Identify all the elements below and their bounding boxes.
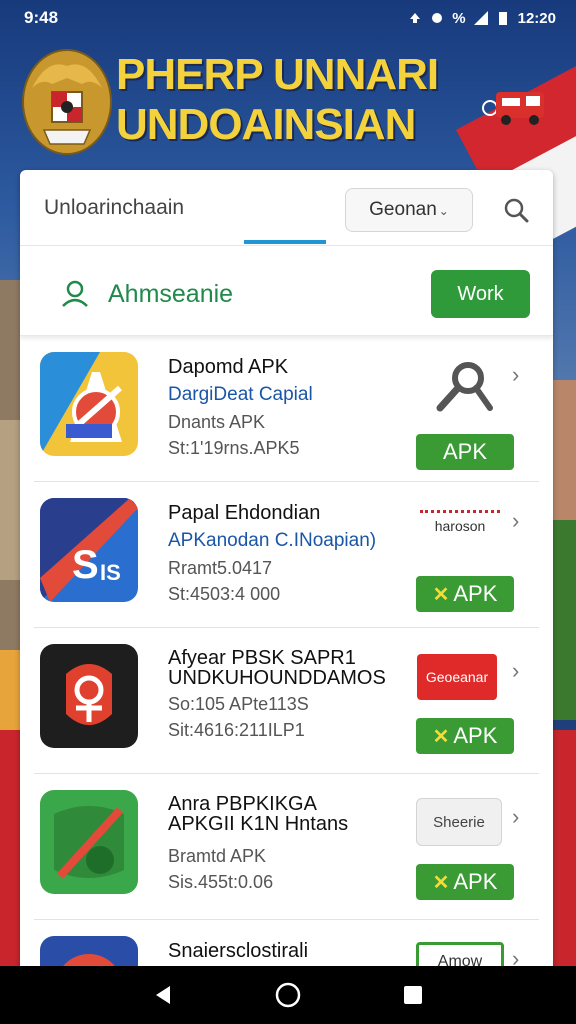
banner-title: PHERP UNNARI UNDOAINSIAN	[116, 50, 496, 150]
building-left-window	[0, 420, 22, 580]
list-item[interactable]: Dapomd APK DargiDeat Capial Dnants APK S…	[34, 336, 539, 482]
notification-icon	[410, 13, 421, 23]
status-time-right: 12:20	[517, 9, 556, 27]
apk-download-button[interactable]: ✕ APK	[416, 718, 514, 754]
apk-download-button[interactable]: ✕ APK	[416, 576, 514, 612]
app-list: Dapomd APK DargiDeat Capial Dnants APK S…	[20, 336, 553, 970]
app-name-line1: Anra PBPKIKGA	[168, 793, 317, 815]
x-icon: ✕	[432, 871, 450, 894]
app-meta-size: St:1'19rns.APK5	[168, 438, 300, 458]
apk-label: APK	[442, 439, 488, 464]
app-subtitle: DargiDeat Capial	[168, 384, 313, 405]
header-banner: PHERP UNNARI UNDOAINSIAN	[0, 40, 576, 170]
app-icon-dapomd	[40, 352, 138, 456]
action-button-red[interactable]: Geoeanar	[417, 654, 497, 700]
app-icon-snaier	[40, 936, 138, 970]
dropdown-value: Geonan	[369, 199, 437, 220]
app-meta: Bramtd APK	[168, 846, 267, 866]
app-icon-papal: S IS	[40, 498, 138, 602]
signal-text: %	[452, 9, 466, 27]
garuda-emblem-icon	[22, 49, 112, 155]
app-icon-afyear	[40, 644, 138, 748]
alarm-icon	[432, 13, 443, 23]
active-tab-indicator	[244, 240, 326, 244]
status-bar: 9:48 % 12:20	[0, 0, 576, 36]
recents-square-icon	[404, 986, 423, 1004]
apk-download-button[interactable]: APK	[416, 434, 514, 470]
status-time-left: 9:48	[24, 8, 59, 27]
app-store-card: Unloarinchaain Geonan ⌄ Ahmseanie Work D…	[20, 170, 553, 970]
grass-right	[552, 520, 576, 720]
building-right	[552, 380, 576, 530]
svg-text:S: S	[72, 543, 99, 587]
app-meta-size: Sis.455t:0.06	[168, 872, 274, 892]
search-toolbar: Unloarinchaain Geonan ⌄	[20, 170, 553, 246]
search-input[interactable]: Unloarinchaain	[44, 196, 184, 220]
chevron-right-icon[interactable]: ›	[512, 658, 519, 684]
app-icon-anra	[40, 790, 138, 894]
work-button[interactable]: Work	[431, 270, 530, 318]
search-button[interactable]	[496, 190, 536, 230]
banner-title-line2: UNDOAINSIAN	[116, 100, 416, 149]
status-icons: % 12:20	[408, 10, 556, 27]
list-item[interactable]: Anra PBPKIKGA APKGII K1N Hntans Bramtd A…	[34, 774, 539, 920]
list-item[interactable]: S IS Papal Ehdondian APKanodan C.INoapia…	[34, 482, 539, 628]
svg-text:IS: IS	[100, 560, 121, 585]
category-dropdown[interactable]: Geonan ⌄	[345, 188, 473, 232]
search-icon[interactable]	[434, 358, 494, 414]
app-name: Snaiersclostirali	[168, 940, 309, 962]
recents-button[interactable]	[398, 980, 428, 1010]
signal-icon	[473, 11, 488, 25]
action-tag[interactable]: haroson	[420, 510, 500, 538]
x-icon: ✕	[432, 725, 450, 748]
app-meta: So:105 APte113S	[168, 694, 309, 714]
app-name-line2: UNDKUHOUNDDAMOS	[168, 667, 386, 689]
chevron-right-icon[interactable]: ›	[512, 362, 519, 388]
orange-accent-left	[0, 650, 22, 730]
home-circle-icon	[275, 982, 301, 1008]
back-button[interactable]	[148, 980, 178, 1010]
chevron-right-icon[interactable]: ›	[512, 804, 519, 830]
chevron-down-icon: ⌄	[438, 204, 449, 218]
app-subtitle: APKanodan C.INoapian)	[168, 530, 377, 551]
section-label: Ahmseanie	[108, 280, 234, 308]
app-meta-size: St:4503:4 000	[168, 584, 281, 604]
back-triangle-icon	[155, 986, 170, 1004]
list-item[interactable]: Afyear PBSK SAPR1 UNDKUHOUNDDAMOS So:105…	[34, 628, 539, 774]
battery-icon	[498, 12, 507, 25]
search-icon	[504, 198, 529, 223]
apk-label: APK	[453, 869, 498, 894]
app-name: Afyear PBSK SAPR1 UNDKUHOUNDDAMOS	[168, 648, 418, 688]
person-pin-icon	[62, 280, 88, 307]
action-button-gray[interactable]: Sheerie	[416, 798, 502, 846]
banner-title-line1: PHERP UNNARI	[116, 50, 439, 99]
ambulance-icon	[482, 92, 544, 125]
chevron-right-icon[interactable]: ›	[512, 508, 519, 534]
x-icon: ✕	[432, 583, 450, 606]
app-meta: Dnants APK	[168, 412, 266, 432]
home-button[interactable]	[273, 980, 303, 1010]
list-item[interactable]: Snaiersclostirali Amow ›	[34, 920, 539, 970]
app-name: Anra PBPKIKGA APKGII K1N Hntans	[168, 794, 418, 834]
app-meta-size: Sit:4616:211ILP1	[168, 720, 305, 740]
app-name-line2: APKGII K1N Hntans	[168, 813, 349, 835]
apk-download-button[interactable]: ✕ APK	[416, 864, 514, 900]
system-nav-bar	[0, 966, 576, 1024]
app-name: Dapomd APK	[168, 356, 289, 378]
app-name-line1: Afyear PBSK SAPR1	[168, 647, 356, 669]
app-meta: Rramt5.0417	[168, 558, 273, 578]
apk-label: APK	[453, 723, 498, 748]
app-name: Papal Ehdondian	[168, 502, 321, 524]
apk-label: APK	[453, 581, 498, 606]
section-header: Ahmseanie Work	[20, 246, 553, 336]
